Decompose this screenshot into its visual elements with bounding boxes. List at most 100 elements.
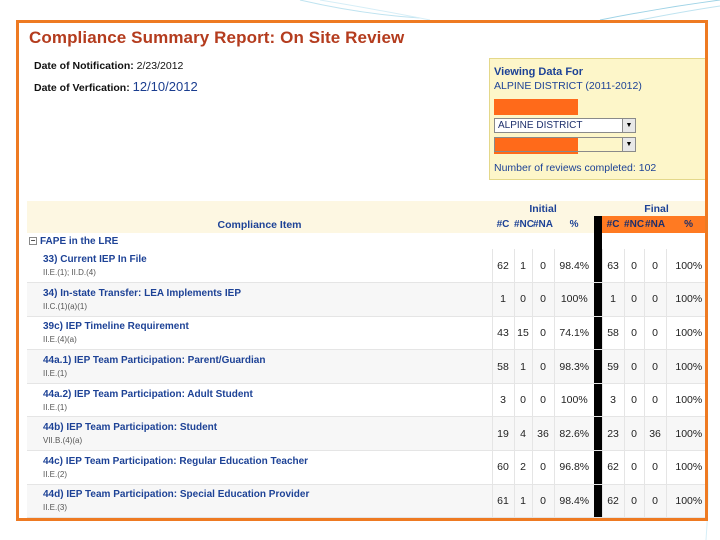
final-pct-cell: 100%	[665, 484, 705, 518]
initial-na-cell: 36	[531, 416, 554, 452]
final-na-cell: 0	[643, 249, 667, 284]
initial-na-cell: 0	[531, 383, 554, 418]
highlight-bar	[494, 99, 578, 115]
district-select[interactable]: ALPINE DISTRICT ▼	[494, 118, 636, 133]
initial-c-cell: 62	[491, 249, 514, 284]
report-frame: Compliance Summary Report: On Site Revie…	[16, 20, 708, 521]
compliance-item-cell: 44b) IEP Team Participation: Student VII.…	[27, 416, 492, 452]
final-na-cell: 0	[643, 450, 667, 485]
initial-pct-cell: 100%	[553, 282, 595, 317]
initial-pct-cell: 98.4%	[553, 484, 595, 518]
compliance-item-reference: II.E.(1)	[43, 402, 68, 412]
initial-c-cell: 58	[491, 349, 514, 384]
initial-pct-cell: 96.8%	[553, 450, 595, 485]
verification-label: Date of Verfication:	[34, 82, 130, 94]
final-nc-header: #NC	[624, 216, 644, 233]
initial-pct-cell: 82.6%	[553, 416, 595, 452]
initial-pct-cell: 74.1%	[553, 316, 595, 351]
final-nc-cell: 0	[623, 349, 645, 384]
column-separator	[594, 233, 603, 249]
compliance-item-link[interactable]: 44b) IEP Team Participation: Student	[43, 422, 492, 433]
initial-c-header: #C	[492, 216, 514, 233]
section-label: FAPE in the LRE	[40, 235, 119, 247]
final-group-label: Final	[602, 201, 705, 216]
initial-pct-cell: 100%	[553, 383, 595, 418]
initial-nc-cell: 15	[513, 316, 532, 351]
initial-c-cell: 19	[491, 416, 514, 452]
table-row[interactable]: 44a.1) IEP Team Participation: Parent/Gu…	[27, 349, 705, 384]
compliance-item-reference: II.E.(3)	[43, 503, 68, 513]
compliance-item-reference: II.E.(4)(a)	[43, 335, 77, 345]
compliance-item-link[interactable]: 44a.2) IEP Team Participation: Adult Stu…	[43, 389, 492, 400]
final-nc-cell: 0	[623, 484, 645, 518]
district-select-value: ALPINE DISTRICT	[498, 120, 583, 131]
compliance-table: Initial Final Compliance Item #C #NC #NA…	[27, 201, 705, 518]
initial-c-cell: 43	[491, 316, 514, 351]
initial-pct-cell: 98.4%	[553, 249, 595, 284]
final-nc-cell: 0	[623, 383, 645, 418]
viewing-data-panel: Viewing Data For ALPINE DISTRICT (2011-2…	[489, 58, 705, 180]
final-c-header: #C	[602, 216, 625, 233]
column-separator	[594, 450, 603, 485]
final-c-cell: 62	[601, 450, 625, 485]
table-row[interactable]: 44d) IEP Team Participation: Special Edu…	[27, 484, 705, 518]
column-separator	[594, 282, 603, 317]
viewing-panel-title: Viewing Data For	[494, 66, 584, 78]
compliance-item-reference: II.E.(1)	[43, 369, 68, 379]
reviews-completed-count: Number of reviews completed: 102	[494, 162, 657, 174]
column-separator	[594, 484, 603, 518]
final-nc-cell: 0	[623, 450, 645, 485]
final-na-cell: 0	[643, 484, 667, 518]
final-nc-cell: 0	[623, 416, 645, 452]
header-group-row: Initial Final	[27, 201, 705, 216]
final-c-cell: 3	[601, 383, 625, 418]
final-pct-cell: 100%	[665, 349, 705, 384]
compliance-item-cell: 44d) IEP Team Participation: Special Edu…	[27, 484, 492, 518]
secondary-select[interactable]: ▼	[494, 137, 636, 152]
compliance-item-link[interactable]: 39c) IEP Timeline Requirement	[43, 321, 492, 332]
final-nc-cell: 0	[623, 282, 645, 317]
compliance-item-cell: 34) In-state Transfer: LEA Implements IE…	[27, 282, 492, 317]
final-na-cell: 0	[643, 282, 667, 317]
initial-c-cell: 61	[491, 484, 514, 518]
dropdown-arrow-icon[interactable]: ▼	[622, 138, 635, 151]
notification-date-line: Date of Notification: 2/23/2012	[34, 60, 183, 72]
final-na-header: #NA	[644, 216, 667, 233]
table-row[interactable]: 34) In-state Transfer: LEA Implements IE…	[27, 282, 705, 317]
final-pct-cell: 100%	[665, 383, 705, 418]
compliance-item-cell: 44a.1) IEP Team Participation: Parent/Gu…	[27, 349, 492, 384]
final-na-cell: 36	[643, 416, 667, 452]
table-row[interactable]: 33) Current IEP In File II.E.(1); II.D.(4…	[27, 249, 705, 284]
initial-nc-cell: 4	[513, 416, 532, 452]
table-row[interactable]: 39c) IEP Timeline Requirement II.E.(4)(a)…	[27, 316, 705, 351]
compliance-item-cell: 33) Current IEP In File II.E.(1); II.D.(4…	[27, 249, 492, 284]
compliance-item-header: Compliance Item	[27, 216, 492, 233]
header-column-row: Compliance Item #C #NC #NA % #C #NC #NA …	[27, 216, 705, 233]
final-na-cell: 0	[643, 349, 667, 384]
compliance-item-link[interactable]: 44d) IEP Team Participation: Special Edu…	[43, 489, 492, 500]
initial-pct-cell: 98.3%	[553, 349, 595, 384]
compliance-item-link[interactable]: 34) In-state Transfer: LEA Implements IE…	[43, 288, 492, 299]
table-row[interactable]: 44b) IEP Team Participation: Student VII.…	[27, 416, 705, 452]
section-header[interactable]: − FAPE in the LRE	[27, 233, 492, 249]
compliance-item-reference: VII.B.(4)(a)	[43, 436, 83, 446]
initial-nc-cell: 0	[513, 383, 532, 418]
final-c-cell: 63	[601, 249, 625, 284]
final-pct-cell: 100%	[665, 249, 705, 284]
dropdown-arrow-icon[interactable]: ▼	[622, 119, 635, 132]
notification-date: 2/23/2012	[136, 60, 184, 72]
initial-pct-header: %	[554, 216, 595, 233]
table-row[interactable]: 44a.2) IEP Team Participation: Adult Stu…	[27, 383, 705, 418]
final-na-cell: 0	[643, 383, 667, 418]
collapse-toggle-icon[interactable]: −	[29, 236, 37, 245]
final-pct-header: %	[666, 216, 705, 233]
final-nc-cell: 0	[623, 316, 645, 351]
compliance-item-link[interactable]: 33) Current IEP In File	[43, 254, 492, 265]
compliance-item-link[interactable]: 44a.1) IEP Team Participation: Parent/Gu…	[43, 355, 492, 366]
column-separator	[594, 316, 603, 351]
compliance-item-reference: II.C.(1)(a)(1)	[43, 301, 87, 311]
initial-c-cell: 1	[491, 282, 514, 317]
compliance-item-link[interactable]: 44c) IEP Team Participation: Regular Edu…	[43, 456, 492, 467]
table-row[interactable]: 44c) IEP Team Participation: Regular Edu…	[27, 450, 705, 485]
final-na-cell: 0	[643, 316, 667, 351]
